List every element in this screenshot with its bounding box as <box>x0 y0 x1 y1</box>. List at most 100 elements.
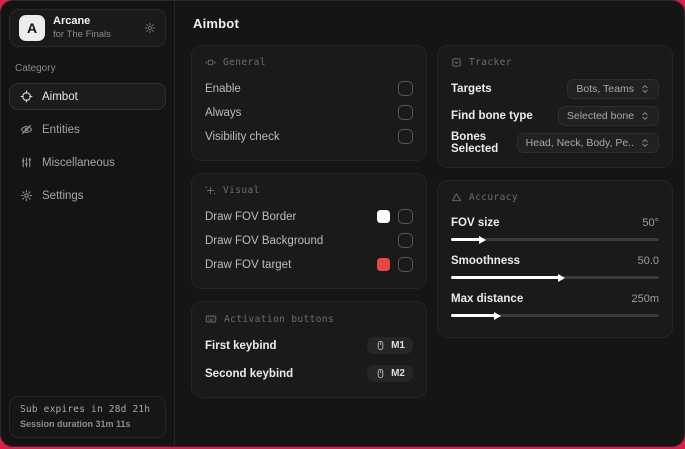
draw-fov-background-checkbox[interactable] <box>398 233 413 248</box>
setting-label: Find bone type <box>451 109 533 122</box>
setting-label: Second keybind <box>205 367 294 380</box>
app-name: Arcane <box>53 15 91 28</box>
fov-target-color-swatch[interactable] <box>377 258 390 271</box>
grid-icon <box>205 57 216 68</box>
card-title: Accuracy <box>469 192 518 203</box>
always-checkbox[interactable] <box>398 105 413 120</box>
target-box-icon <box>451 57 462 68</box>
targets-dropdown[interactable]: Bots, Teams <box>567 78 659 99</box>
left-column: General Enable Always Visibility check V… <box>191 45 427 398</box>
keybind-value: M2 <box>391 368 405 379</box>
sidebar-item-settings[interactable]: Settings <box>9 182 166 209</box>
chevrons-up-down-icon <box>640 138 650 148</box>
setting-label: FOV size <box>451 216 500 229</box>
setting-row-draw-fov-border: Draw FOV Border <box>205 205 413 228</box>
setting-row-targets: Targets Bots, Teams <box>451 77 659 100</box>
sidebar-item-label: Entities <box>42 123 80 136</box>
enable-checkbox[interactable] <box>398 81 413 96</box>
activation-buttons-card: Activation buttons First keybind M1 Seco… <box>191 301 427 398</box>
app-logo: A <box>19 15 45 41</box>
eye-icon <box>20 123 33 136</box>
setting-row-bones-selected: Bones Selected Head, Neck, Body, Pe.. <box>451 131 659 155</box>
setting-label: Draw FOV target <box>205 258 292 271</box>
triangle-icon <box>451 192 462 203</box>
draw-fov-border-checkbox[interactable] <box>398 209 413 224</box>
setting-label: Targets <box>451 82 492 95</box>
visibility-check-checkbox[interactable] <box>398 129 413 144</box>
setting-label: Enable <box>205 82 241 95</box>
setting-label: Visibility check <box>205 130 280 143</box>
sidebar: A Arcane for The Finals Category Aimbot … <box>1 1 175 446</box>
sparkle-icon <box>205 185 216 196</box>
max-distance-value: 250m <box>631 292 659 305</box>
first-keybind-button[interactable]: M1 <box>367 337 413 354</box>
visual-card: Visual Draw FOV Border Draw FOV Backgrou… <box>191 173 427 289</box>
sidebar-item-miscellaneous[interactable]: Miscellaneous <box>9 149 166 176</box>
setting-row-draw-fov-target: Draw FOV target <box>205 253 413 276</box>
sub-expires-text: Sub expires in 28d 21h <box>20 404 151 415</box>
bones-selected-dropdown[interactable]: Head, Neck, Body, Pe.. <box>516 133 659 153</box>
setting-row-always: Always <box>205 101 413 124</box>
tracker-card: Tracker Targets Bots, Teams Find bone ty… <box>437 45 673 168</box>
card-title: General <box>223 57 266 68</box>
chevrons-up-down-icon <box>640 84 650 94</box>
subscription-status-card: Sub expires in 28d 21h Session duration … <box>9 396 166 438</box>
max-distance-slider[interactable] <box>451 311 659 320</box>
fov-size-value: 50° <box>642 216 659 229</box>
main-content: Aimbot General Enable Always Visibility … <box>175 1 684 446</box>
max-distance-slider-group: Max distance 250m <box>451 288 659 320</box>
fov-size-slider[interactable] <box>451 235 659 244</box>
page-title: Aimbot <box>193 16 239 31</box>
keybind-value: M1 <box>391 340 405 351</box>
setting-row-first-keybind: First keybind M1 <box>205 334 413 357</box>
chevrons-up-down-icon <box>640 111 650 121</box>
slider-thumb[interactable] <box>493 311 501 320</box>
setting-label: First keybind <box>205 339 277 352</box>
setting-label: Draw FOV Border <box>205 210 297 223</box>
setting-row-visibility-check: Visibility check <box>205 125 413 148</box>
find-bone-type-dropdown[interactable]: Selected bone <box>557 105 659 126</box>
app-window: A Arcane for The Finals Category Aimbot … <box>0 0 685 447</box>
sidebar-item-label: Miscellaneous <box>42 156 115 169</box>
session-duration-text: Session duration 31m 11s <box>20 419 131 429</box>
second-keybind-button[interactable]: M2 <box>367 365 413 382</box>
sidebar-item-label: Settings <box>42 189 84 202</box>
sidebar-item-label: Aimbot <box>42 90 78 103</box>
sliders-icon <box>20 156 33 169</box>
dropdown-value: Selected bone <box>566 109 634 122</box>
smoothness-value: 50.0 <box>637 254 659 267</box>
smoothness-slider[interactable] <box>451 273 659 282</box>
slider-thumb[interactable] <box>479 235 487 244</box>
setting-row-second-keybind: Second keybind M2 <box>205 362 413 385</box>
brand-card: A Arcane for The Finals <box>9 9 166 47</box>
sidebar-item-aimbot[interactable]: Aimbot <box>9 83 166 110</box>
card-title: Visual <box>223 185 260 196</box>
gear-icon[interactable] <box>144 22 156 34</box>
sidebar-menu: Aimbot Entities Miscellaneous Settings <box>9 83 166 209</box>
setting-label: Bones Selected <box>451 131 499 155</box>
dropdown-value: Bots, Teams <box>576 82 634 95</box>
mouse-icon <box>375 368 386 379</box>
setting-label: Max distance <box>451 292 524 305</box>
setting-label: Smoothness <box>451 254 521 267</box>
draw-fov-target-checkbox[interactable] <box>398 257 413 272</box>
setting-row-draw-fov-background: Draw FOV Background <box>205 229 413 252</box>
card-title: Tracker <box>469 57 512 68</box>
gear-icon <box>20 189 33 202</box>
sidebar-item-entities[interactable]: Entities <box>9 116 166 143</box>
mouse-icon <box>375 340 386 351</box>
app-subtitle: for The Finals <box>53 28 111 40</box>
fov-size-slider-group: FOV size 50° <box>451 212 659 244</box>
right-column: Tracker Targets Bots, Teams Find bone ty… <box>437 45 673 338</box>
card-title: Activation buttons <box>224 313 335 325</box>
setting-row-enable: Enable <box>205 77 413 100</box>
category-label: Category <box>15 63 56 74</box>
dropdown-value: Head, Neck, Body, Pe.. <box>525 137 634 149</box>
setting-label: Always <box>205 106 242 119</box>
keyboard-icon <box>205 313 217 325</box>
accuracy-card: Accuracy FOV size 50° Smoothness 50.0 Ma… <box>437 180 673 338</box>
fov-border-color-swatch[interactable] <box>377 210 390 223</box>
setting-row-find-bone-type: Find bone type Selected bone <box>451 104 659 127</box>
slider-thumb[interactable] <box>558 273 566 282</box>
crosshair-icon <box>20 90 33 103</box>
